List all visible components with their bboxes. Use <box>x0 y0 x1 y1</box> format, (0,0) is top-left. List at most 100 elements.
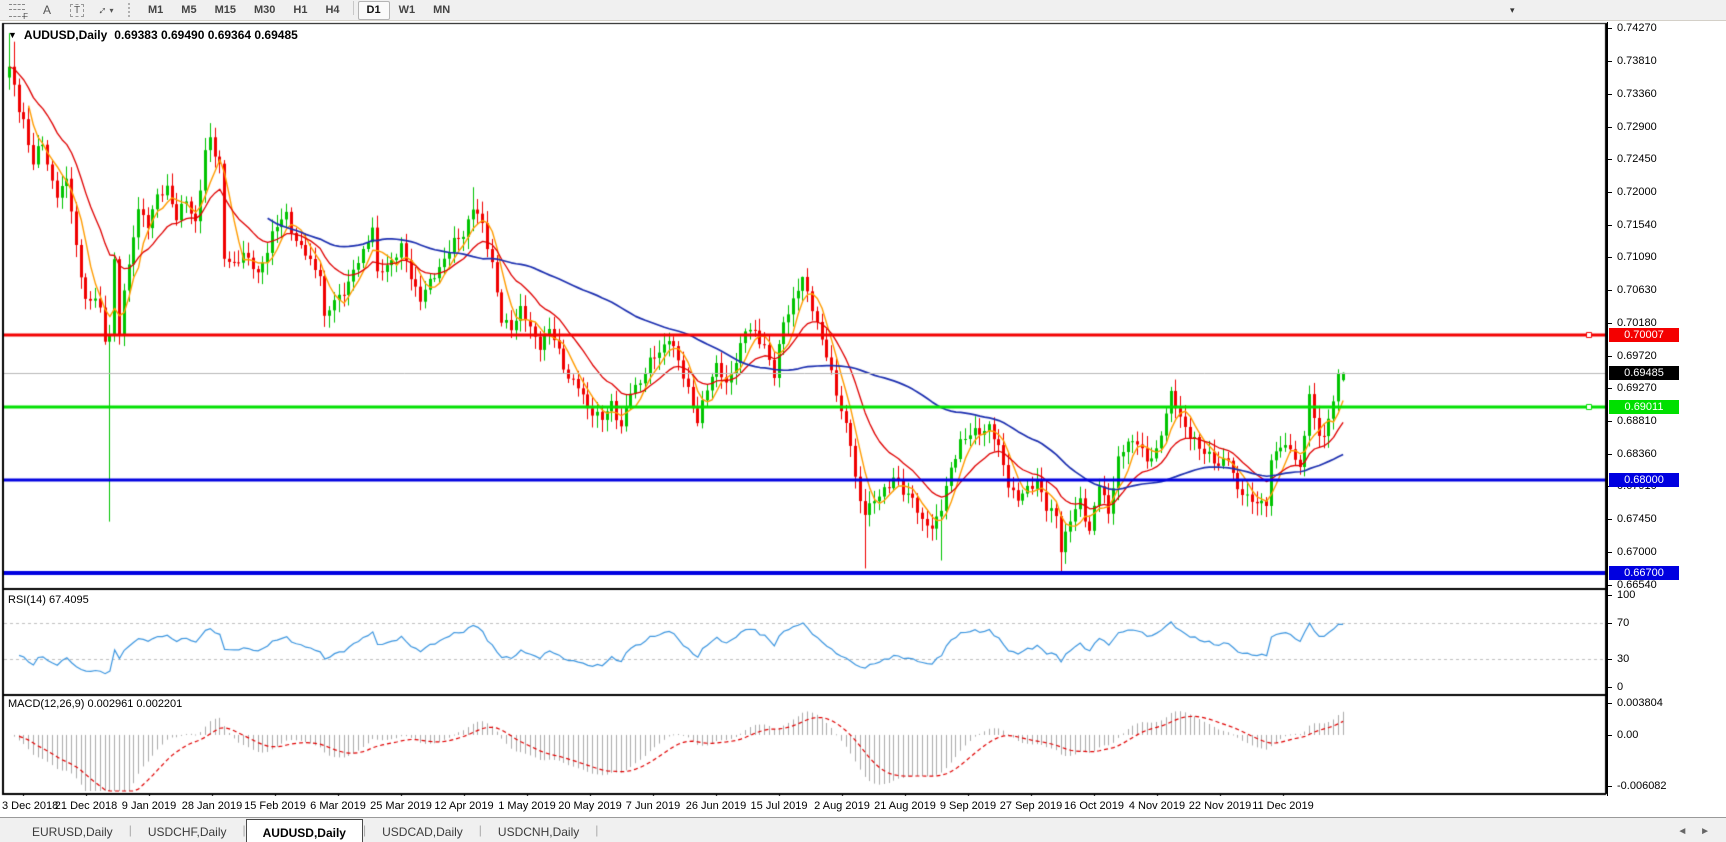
top-toolbar: FAT ↕▾ M1M5M15M30H1H4 D1W1MN ▾ <box>0 0 1726 21</box>
chart-tabs: EURUSD,Daily|USDCHF,Daily|AUDUSD,Daily|U… <box>16 818 598 842</box>
price-chart-canvas[interactable] <box>0 22 1607 796</box>
date-axis-label: 22 Nov 2019 <box>1189 800 1251 812</box>
price-axis-label: 0.74270 <box>1617 22 1657 34</box>
axis-tick-mark <box>1608 61 1612 62</box>
chart-tab-bar: EURUSD,Daily|USDCHF,Daily|AUDUSD,Daily|U… <box>0 817 1726 842</box>
chart-tab-audusd[interactable]: AUDUSD,Daily <box>246 819 363 842</box>
date-axis-label: 2 Aug 2019 <box>814 800 870 812</box>
date-axis-label: 26 Jun 2019 <box>686 800 747 812</box>
chart-tab-eurusd[interactable]: EURUSD,Daily <box>16 818 129 842</box>
date-axis-label: 25 Mar 2019 <box>370 800 432 812</box>
price-axis-label: 0.70630 <box>1617 284 1657 296</box>
rsi-axis-label: 0 <box>1617 681 1623 693</box>
text-tool-icon[interactable]: T <box>65 2 89 19</box>
axis-tick-mark <box>1608 28 1612 29</box>
axis-tick-mark <box>1608 703 1612 704</box>
timeframe-group: M1M5M15M30H1H4 D1W1MN <box>139 1 459 20</box>
date-axis-label: 6 Mar 2019 <box>310 800 366 812</box>
date-axis-label: 3 Dec 2018 <box>2 800 58 812</box>
chart-tab-usdchf[interactable]: USDCHF,Daily <box>132 818 243 842</box>
toolbar-grip[interactable] <box>128 3 132 17</box>
axis-tick-mark <box>1608 323 1612 324</box>
price-axis-label: 0.71090 <box>1617 251 1657 263</box>
timeframe-button-h4[interactable]: H4 <box>316 1 348 20</box>
axis-tick-mark <box>1608 585 1612 586</box>
price-axis-label: 0.68810 <box>1617 415 1657 427</box>
date-axis-label: 21 Aug 2019 <box>874 800 936 812</box>
rsi-indicator-label: RSI(14) 67.4095 <box>8 594 89 606</box>
date-axis-label: 12 Apr 2019 <box>434 800 493 812</box>
axis-tick-mark <box>1608 94 1612 95</box>
timeframe-button-m1[interactable]: M1 <box>139 1 172 20</box>
date-axis-label: 21 Dec 2018 <box>55 800 117 812</box>
date-axis-label: 15 Feb 2019 <box>244 800 306 812</box>
drawing-tools-group: FAT ↕▾ <box>5 2 125 19</box>
price-axis-label: 0.67000 <box>1617 546 1657 558</box>
chart-title: ▼ AUDUSD,Daily 0.69383 0.69490 0.69364 0… <box>8 28 298 42</box>
diagonal-arrows-glyph: ↕ <box>96 3 110 17</box>
date-axis-label: 4 Nov 2019 <box>1129 800 1185 812</box>
axis-tick-mark <box>1608 659 1612 660</box>
hline-price-label: 0.70007 <box>1609 328 1679 342</box>
axis-tick-mark <box>1608 290 1612 291</box>
fibonacci-tool-icon[interactable]: F <box>5 2 29 19</box>
axis-tick-mark <box>1608 623 1612 624</box>
price-axis-label: 0.73810 <box>1617 55 1657 67</box>
tab-scroll-right-icon[interactable]: ► <box>1700 826 1710 837</box>
chart-window: ▼ AUDUSD,Daily 0.69383 0.69490 0.69364 0… <box>0 22 1726 817</box>
rsi-axis-label: 70 <box>1617 617 1629 629</box>
price-axis-label: 0.68360 <box>1617 448 1657 460</box>
macd-axis-label: -0.006082 <box>1617 780 1667 792</box>
macd-indicator-label: MACD(12,26,9) 0.002961 0.002201 <box>8 698 182 710</box>
axis-tick-mark <box>1608 421 1612 422</box>
axis-tick-mark <box>1608 454 1612 455</box>
axis-tick-mark <box>1608 687 1612 688</box>
timeframe-button-d1[interactable]: D1 <box>358 1 390 20</box>
price-axis-label: 0.69720 <box>1617 350 1657 362</box>
date-axis[interactable]: 3 Dec 201821 Dec 20189 Jan 201928 Jan 20… <box>0 797 1607 816</box>
axis-tick-mark <box>1608 735 1612 736</box>
price-axis-label: 0.69270 <box>1617 382 1657 394</box>
date-axis-label: 28 Jan 2019 <box>182 800 243 812</box>
chart-tab-usdcnh[interactable]: USDCNH,Daily <box>482 818 595 842</box>
price-axis-label: 0.67450 <box>1617 513 1657 525</box>
date-axis-label: 16 Oct 2019 <box>1064 800 1124 812</box>
date-axis-label: 27 Sep 2019 <box>1000 800 1062 812</box>
date-axis-label: 15 Jul 2019 <box>751 800 808 812</box>
text-label-tool-icon[interactable]: A <box>35 2 59 19</box>
date-axis-label: 11 Dec 2019 <box>1252 800 1314 812</box>
chart-title-symbol: AUDUSD,Daily <box>24 28 107 42</box>
timeframe-button-mn[interactable]: MN <box>424 1 459 20</box>
axis-tick-mark <box>1608 257 1612 258</box>
price-axis[interactable]: 0.742700.738100.733600.729000.724500.720… <box>1607 22 1726 796</box>
axis-tick-mark <box>1608 225 1612 226</box>
fibonacci-lines-glyph: F <box>9 4 25 17</box>
axis-tick-mark <box>1608 159 1612 160</box>
timeframe-button-w1[interactable]: W1 <box>390 1 425 20</box>
date-axis-label: 9 Sep 2019 <box>940 800 996 812</box>
axis-tick-mark <box>1608 595 1612 596</box>
axis-tick-mark <box>1608 519 1612 520</box>
cursor-arrows-tool-icon[interactable]: ↕▾ <box>95 2 119 19</box>
hline-price-label: 0.68000 <box>1609 473 1679 487</box>
date-axis-label: 1 May 2019 <box>498 800 555 812</box>
date-axis-label: 7 Jun 2019 <box>626 800 680 812</box>
axis-tick-mark <box>1608 127 1612 128</box>
macd-axis-label: 0.003804 <box>1617 697 1663 709</box>
hline-price-label: 0.69011 <box>1609 400 1679 414</box>
timeframe-button-m30[interactable]: M30 <box>245 1 284 20</box>
price-axis-label: 0.72450 <box>1617 153 1657 165</box>
text-glyph: T <box>70 4 84 17</box>
hline-price-label: 0.66700 <box>1609 566 1679 580</box>
date-axis-label: 20 May 2019 <box>558 800 622 812</box>
timeframe-button-m15[interactable]: M15 <box>206 1 245 20</box>
axis-tick-mark <box>1608 356 1612 357</box>
timeframe-button-h1[interactable]: H1 <box>284 1 316 20</box>
price-axis-label: 0.71540 <box>1617 219 1657 231</box>
toolbar-overflow-icon[interactable]: ▾ <box>1510 5 1515 16</box>
timeframe-button-m5[interactable]: M5 <box>172 1 205 20</box>
chart-menu-arrow-icon[interactable]: ▼ <box>8 30 17 40</box>
tab-scroll-left-icon[interactable]: ◄ <box>1677 826 1687 837</box>
chart-tab-usdcad[interactable]: USDCAD,Daily <box>366 818 479 842</box>
price-axis-label: 0.73360 <box>1617 88 1657 100</box>
